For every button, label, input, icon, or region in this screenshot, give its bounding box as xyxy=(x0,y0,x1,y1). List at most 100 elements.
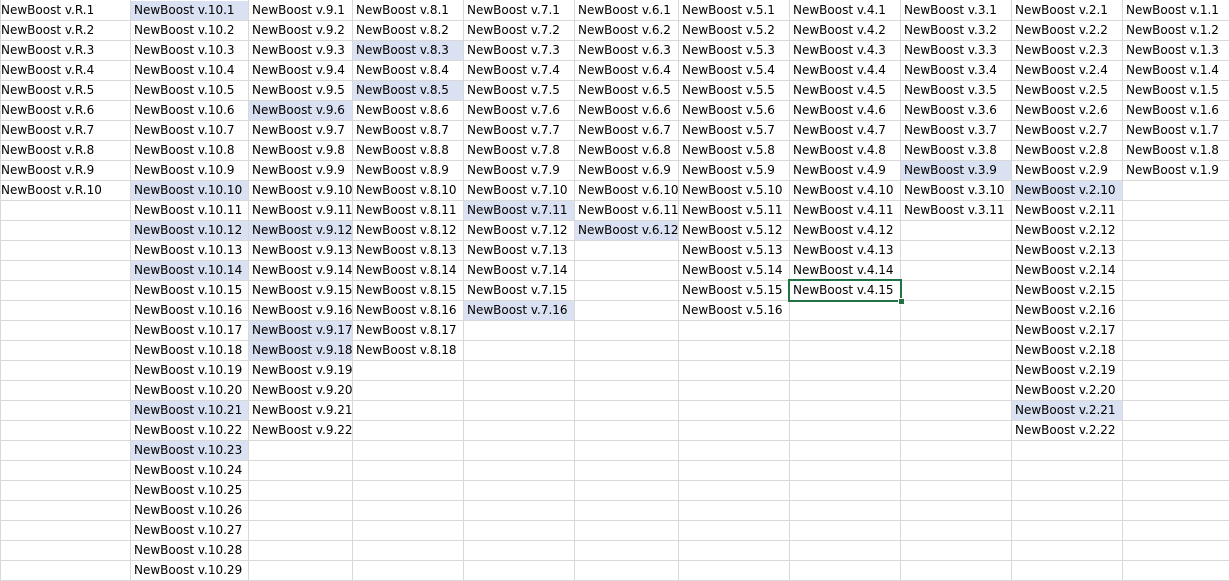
cell[interactable]: NewBoost v.6.6 xyxy=(575,101,678,120)
cell[interactable]: NewBoost v.8.8 xyxy=(353,141,463,160)
cell[interactable]: NewBoost v.1.4 xyxy=(1123,61,1228,80)
cell[interactable]: NewBoost v.1.3 xyxy=(1123,41,1228,60)
cell[interactable]: NewBoost v.3.10 xyxy=(901,181,1011,200)
cell[interactable]: NewBoost v.5.10 xyxy=(679,181,789,200)
cell[interactable]: NewBoost v.2.15 xyxy=(1012,281,1122,300)
cell[interactable]: NewBoost v.9.1 xyxy=(249,1,352,20)
cell[interactable]: NewBoost v.8.4 xyxy=(353,61,463,80)
cell[interactable]: NewBoost v.9.21 xyxy=(249,401,352,420)
cell[interactable]: NewBoost v.9.20 xyxy=(249,381,352,400)
cell[interactable]: NewBoost v.2.4 xyxy=(1012,61,1122,80)
cell[interactable]: NewBoost v.4.13 xyxy=(790,241,900,260)
cell[interactable]: NewBoost v.6.10 xyxy=(575,181,678,200)
cell[interactable]: NewBoost v.5.4 xyxy=(679,61,789,80)
cell[interactable]: NewBoost v.9.14 xyxy=(249,261,352,280)
cell[interactable]: NewBoost v.9.15 xyxy=(249,281,352,300)
cell[interactable]: NewBoost v.4.14 xyxy=(790,261,900,280)
cell[interactable]: NewBoost v.2.6 xyxy=(1012,101,1122,120)
cell[interactable]: NewBoost v.4.2 xyxy=(790,21,900,40)
cell[interactable]: NewBoost v.5.9 xyxy=(679,161,789,180)
cell[interactable]: NewBoost v.4.9 xyxy=(790,161,900,180)
cell[interactable]: NewBoost v.5.14 xyxy=(679,261,789,280)
cell[interactable]: NewBoost v.4.8 xyxy=(790,141,900,160)
cell[interactable]: NewBoost v.7.11 xyxy=(464,201,574,220)
cell[interactable]: NewBoost v.5.2 xyxy=(679,21,789,40)
cell[interactable]: NewBoost v.10.12 xyxy=(131,221,248,240)
cell[interactable]: NewBoost v.6.3 xyxy=(575,41,678,60)
cell[interactable]: NewBoost v.4.11 xyxy=(790,201,900,220)
cell[interactable]: NewBoost v.R.10 xyxy=(0,181,130,200)
cell[interactable]: NewBoost v.5.11 xyxy=(679,201,789,220)
cell[interactable]: NewBoost v.2.7 xyxy=(1012,121,1122,140)
cell[interactable]: NewBoost v.10.7 xyxy=(131,121,248,140)
cell[interactable]: NewBoost v.10.23 xyxy=(131,441,248,460)
cell[interactable]: NewBoost v.7.16 xyxy=(464,301,574,320)
cell[interactable]: NewBoost v.6.5 xyxy=(575,81,678,100)
cell[interactable]: NewBoost v.3.8 xyxy=(901,141,1011,160)
cell[interactable]: NewBoost v.10.8 xyxy=(131,141,248,160)
cell[interactable]: NewBoost v.9.3 xyxy=(249,41,352,60)
cell[interactable]: NewBoost v.8.9 xyxy=(353,161,463,180)
cell[interactable]: NewBoost v.7.3 xyxy=(464,41,574,60)
cell[interactable]: NewBoost v.2.12 xyxy=(1012,221,1122,240)
cell[interactable]: NewBoost v.8.17 xyxy=(353,321,463,340)
cell[interactable]: NewBoost v.10.14 xyxy=(131,261,248,280)
cell[interactable]: NewBoost v.10.18 xyxy=(131,341,248,360)
cell[interactable]: NewBoost v.1.2 xyxy=(1123,21,1228,40)
cell[interactable]: NewBoost v.5.16 xyxy=(679,301,789,320)
cell[interactable]: NewBoost v.3.7 xyxy=(901,121,1011,140)
cell[interactable]: NewBoost v.R.5 xyxy=(0,81,130,100)
cell[interactable]: NewBoost v.8.2 xyxy=(353,21,463,40)
cell[interactable]: NewBoost v.9.16 xyxy=(249,301,352,320)
cell[interactable]: NewBoost v.7.6 xyxy=(464,101,574,120)
cell[interactable]: NewBoost v.10.28 xyxy=(131,541,248,560)
cell[interactable]: NewBoost v.9.4 xyxy=(249,61,352,80)
cell[interactable]: NewBoost v.10.9 xyxy=(131,161,248,180)
cell[interactable]: NewBoost v.R.4 xyxy=(0,61,130,80)
cell[interactable]: NewBoost v.8.11 xyxy=(353,201,463,220)
cell[interactable]: NewBoost v.10.5 xyxy=(131,81,248,100)
cell[interactable]: NewBoost v.8.6 xyxy=(353,101,463,120)
cell[interactable]: NewBoost v.2.10 xyxy=(1012,181,1122,200)
cell[interactable]: NewBoost v.R.7 xyxy=(0,121,130,140)
cell[interactable]: NewBoost v.2.20 xyxy=(1012,381,1122,400)
cell[interactable]: NewBoost v.10.10 xyxy=(131,181,248,200)
cell[interactable]: NewBoost v.2.1 xyxy=(1012,1,1122,20)
cell[interactable]: NewBoost v.7.5 xyxy=(464,81,574,100)
cell[interactable]: NewBoost v.7.9 xyxy=(464,161,574,180)
cell[interactable]: NewBoost v.4.3 xyxy=(790,41,900,60)
cell[interactable]: NewBoost v.8.1 xyxy=(353,1,463,20)
cell[interactable]: NewBoost v.10.25 xyxy=(131,481,248,500)
cell[interactable]: NewBoost v.9.17 xyxy=(249,321,352,340)
cell[interactable]: NewBoost v.6.11 xyxy=(575,201,678,220)
cell[interactable]: NewBoost v.R.2 xyxy=(0,21,130,40)
cell[interactable]: NewBoost v.10.2 xyxy=(131,21,248,40)
cell[interactable]: NewBoost v.10.15 xyxy=(131,281,248,300)
cell[interactable]: NewBoost v.10.26 xyxy=(131,501,248,520)
cell[interactable]: NewBoost v.2.19 xyxy=(1012,361,1122,380)
cell[interactable]: NewBoost v.10.13 xyxy=(131,241,248,260)
cell[interactable]: NewBoost v.9.8 xyxy=(249,141,352,160)
cell[interactable]: NewBoost v.5.12 xyxy=(679,221,789,240)
cell[interactable]: NewBoost v.7.1 xyxy=(464,1,574,20)
cell[interactable]: NewBoost v.6.2 xyxy=(575,21,678,40)
cell[interactable]: NewBoost v.10.29 xyxy=(131,561,248,580)
cell[interactable]: NewBoost v.10.3 xyxy=(131,41,248,60)
cell[interactable]: NewBoost v.2.18 xyxy=(1012,341,1122,360)
cell[interactable]: NewBoost v.5.5 xyxy=(679,81,789,100)
cell[interactable]: NewBoost v.7.7 xyxy=(464,121,574,140)
cell[interactable]: NewBoost v.1.5 xyxy=(1123,81,1228,100)
cell[interactable]: NewBoost v.10.16 xyxy=(131,301,248,320)
cell[interactable]: NewBoost v.8.10 xyxy=(353,181,463,200)
cell[interactable]: NewBoost v.9.22 xyxy=(249,421,352,440)
cell[interactable]: NewBoost v.10.4 xyxy=(131,61,248,80)
cell[interactable]: NewBoost v.7.10 xyxy=(464,181,574,200)
cell[interactable]: NewBoost v.4.4 xyxy=(790,61,900,80)
cell[interactable]: NewBoost v.5.3 xyxy=(679,41,789,60)
cell[interactable]: NewBoost v.10.24 xyxy=(131,461,248,480)
cell[interactable]: NewBoost v.9.9 xyxy=(249,161,352,180)
cell[interactable]: NewBoost v.3.11 xyxy=(901,201,1011,220)
cell[interactable]: NewBoost v.6.8 xyxy=(575,141,678,160)
cell[interactable]: NewBoost v.9.10 xyxy=(249,181,352,200)
cell[interactable]: NewBoost v.8.5 xyxy=(353,81,463,100)
